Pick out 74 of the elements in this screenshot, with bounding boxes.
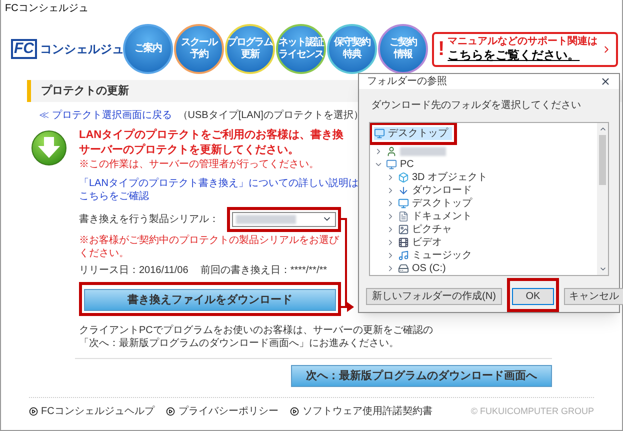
tree-item[interactable]: 3D オブジェクト bbox=[386, 171, 492, 184]
serial-warning: ※お客様がご契約中のプロテクトの製品シリアルをお選びください。 bbox=[79, 234, 340, 261]
chevron-right-icon[interactable] bbox=[386, 199, 395, 208]
window-title: FCコンシェルジュ bbox=[4, 2, 90, 16]
close-icon[interactable] bbox=[600, 76, 611, 88]
footer-link[interactable]: プライバシーポリシー bbox=[178, 404, 278, 419]
ok-button[interactable]: OK bbox=[512, 288, 554, 305]
nav-circle-button[interactable]: ネット認証 ライセンス bbox=[276, 24, 326, 74]
footer-link[interactable]: FCコンシェルジュヘルプ bbox=[41, 404, 154, 419]
next-button[interactable]: 次へ：最新版プログラムのダウンロード画面へ bbox=[291, 365, 552, 387]
logo-mark: FC bbox=[11, 39, 37, 59]
tree-item[interactable]: OS (C:) bbox=[386, 262, 450, 275]
chevron-right-icon[interactable] bbox=[386, 212, 395, 221]
dialog-title: フォルダーの参照 bbox=[367, 74, 447, 90]
chevron-right-icon[interactable] bbox=[386, 264, 395, 273]
scrollbar[interactable] bbox=[597, 123, 608, 275]
support-caption: マニュアルなどのサポート関連は bbox=[448, 36, 598, 48]
notice-heading: サーバーのプロテクトを更新してください。 bbox=[79, 143, 299, 158]
tree-item[interactable]: ドキュメント bbox=[386, 210, 476, 223]
chevron-right-icon[interactable] bbox=[374, 147, 383, 156]
tree-item[interactable]: デスクトップ bbox=[374, 127, 452, 140]
chevron-right-icon[interactable] bbox=[386, 186, 395, 195]
back-link-note: （USBタイプ[LAN]のプロテクトを選択） bbox=[178, 108, 364, 122]
tree-item[interactable]: ダウンロード bbox=[386, 184, 476, 197]
last-rewrite-date: 前回の書き換え日：****/**/** bbox=[200, 264, 328, 278]
picture-icon bbox=[398, 224, 409, 235]
document-icon bbox=[398, 211, 409, 222]
arrow-down-icon bbox=[398, 185, 409, 196]
notice-note: ※この作業は、サーバーの管理者が行ってください。 bbox=[79, 158, 319, 172]
user-icon bbox=[386, 146, 397, 157]
details-link[interactable]: 「LANタイプのプロテクト書き換え」についての詳しい説明はこちらをご確認 bbox=[79, 177, 359, 203]
monitor-icon bbox=[386, 159, 397, 170]
tree-item[interactable]: PC bbox=[374, 158, 418, 171]
copyright: © FUKUICOMPUTER GROUP bbox=[470, 404, 594, 418]
film-icon bbox=[398, 237, 409, 248]
footer-link[interactable]: ソフトウェア使用許諾契約書 bbox=[302, 404, 432, 419]
dialog-instruction: ダウンロード先のフォルダを選択してください bbox=[370, 98, 582, 114]
cancel-button[interactable]: キャンセル bbox=[564, 288, 623, 305]
music-note-icon bbox=[398, 250, 409, 261]
chevron-right-icon[interactable] bbox=[386, 225, 395, 234]
play-circle-icon bbox=[166, 407, 176, 416]
support-link[interactable]: こちらをご覧ください。 bbox=[448, 48, 598, 62]
monitor-icon bbox=[374, 128, 385, 139]
tree-item[interactable]: ピクチャ bbox=[386, 223, 456, 236]
logo-text: コンシェルジュ bbox=[40, 41, 124, 58]
chevron-right-icon[interactable] bbox=[386, 251, 395, 260]
exclamation-mark: ! bbox=[438, 38, 445, 60]
tree-item[interactable]: ミュージック bbox=[386, 249, 476, 262]
scroll-up-icon[interactable] bbox=[598, 125, 606, 133]
chevron-right-icon[interactable] bbox=[386, 173, 395, 182]
notice-heading: LANタイプのプロテクトをご利用のお客様は、書き換 bbox=[79, 128, 344, 143]
folder-tree[interactable]: デスクトップ PC 3D オブジェクト ダウンロード デスクトップ ドキュメント ピクチャ ビデオ ミュージック OS (C:) bbox=[369, 122, 609, 276]
release-date: リリース日：2016/11/06 bbox=[79, 264, 188, 278]
cube-icon bbox=[398, 172, 409, 183]
chevron-right-icon[interactable] bbox=[386, 238, 395, 247]
scroll-down-icon[interactable] bbox=[598, 265, 606, 273]
chevron-down-icon[interactable] bbox=[374, 160, 383, 169]
play-circle-icon bbox=[29, 407, 38, 416]
tree-item[interactable]: ビデオ bbox=[386, 236, 446, 249]
download-button[interactable]: 書き換えファイルをダウンロード bbox=[84, 289, 336, 312]
redacted-block bbox=[236, 214, 296, 224]
redacted-block bbox=[400, 147, 446, 156]
back-link[interactable]: ≪ プロテクト選択画面に戻る bbox=[39, 108, 172, 122]
drive-icon bbox=[398, 263, 409, 274]
section-title: プロテクトの更新 bbox=[41, 84, 129, 99]
new-folder-button[interactable]: 新しいフォルダーの作成(N) bbox=[366, 288, 502, 305]
scrollbar-thumb[interactable] bbox=[599, 135, 606, 185]
client-note: 「次へ：最新版プログラムのダウンロード画面へ」にお進みください。 bbox=[79, 337, 400, 350]
client-note: クライアントPCでプログラムをお使いのお客様は、サーバーの更新をご確認の bbox=[79, 324, 434, 337]
play-circle-icon bbox=[290, 407, 300, 416]
serial-label: 書き換えを行う製品シリアル： bbox=[79, 212, 219, 226]
serial-dropdown[interactable] bbox=[232, 212, 336, 226]
monitor-icon bbox=[398, 198, 409, 209]
tree-item[interactable]: デスクトップ bbox=[386, 197, 476, 210]
